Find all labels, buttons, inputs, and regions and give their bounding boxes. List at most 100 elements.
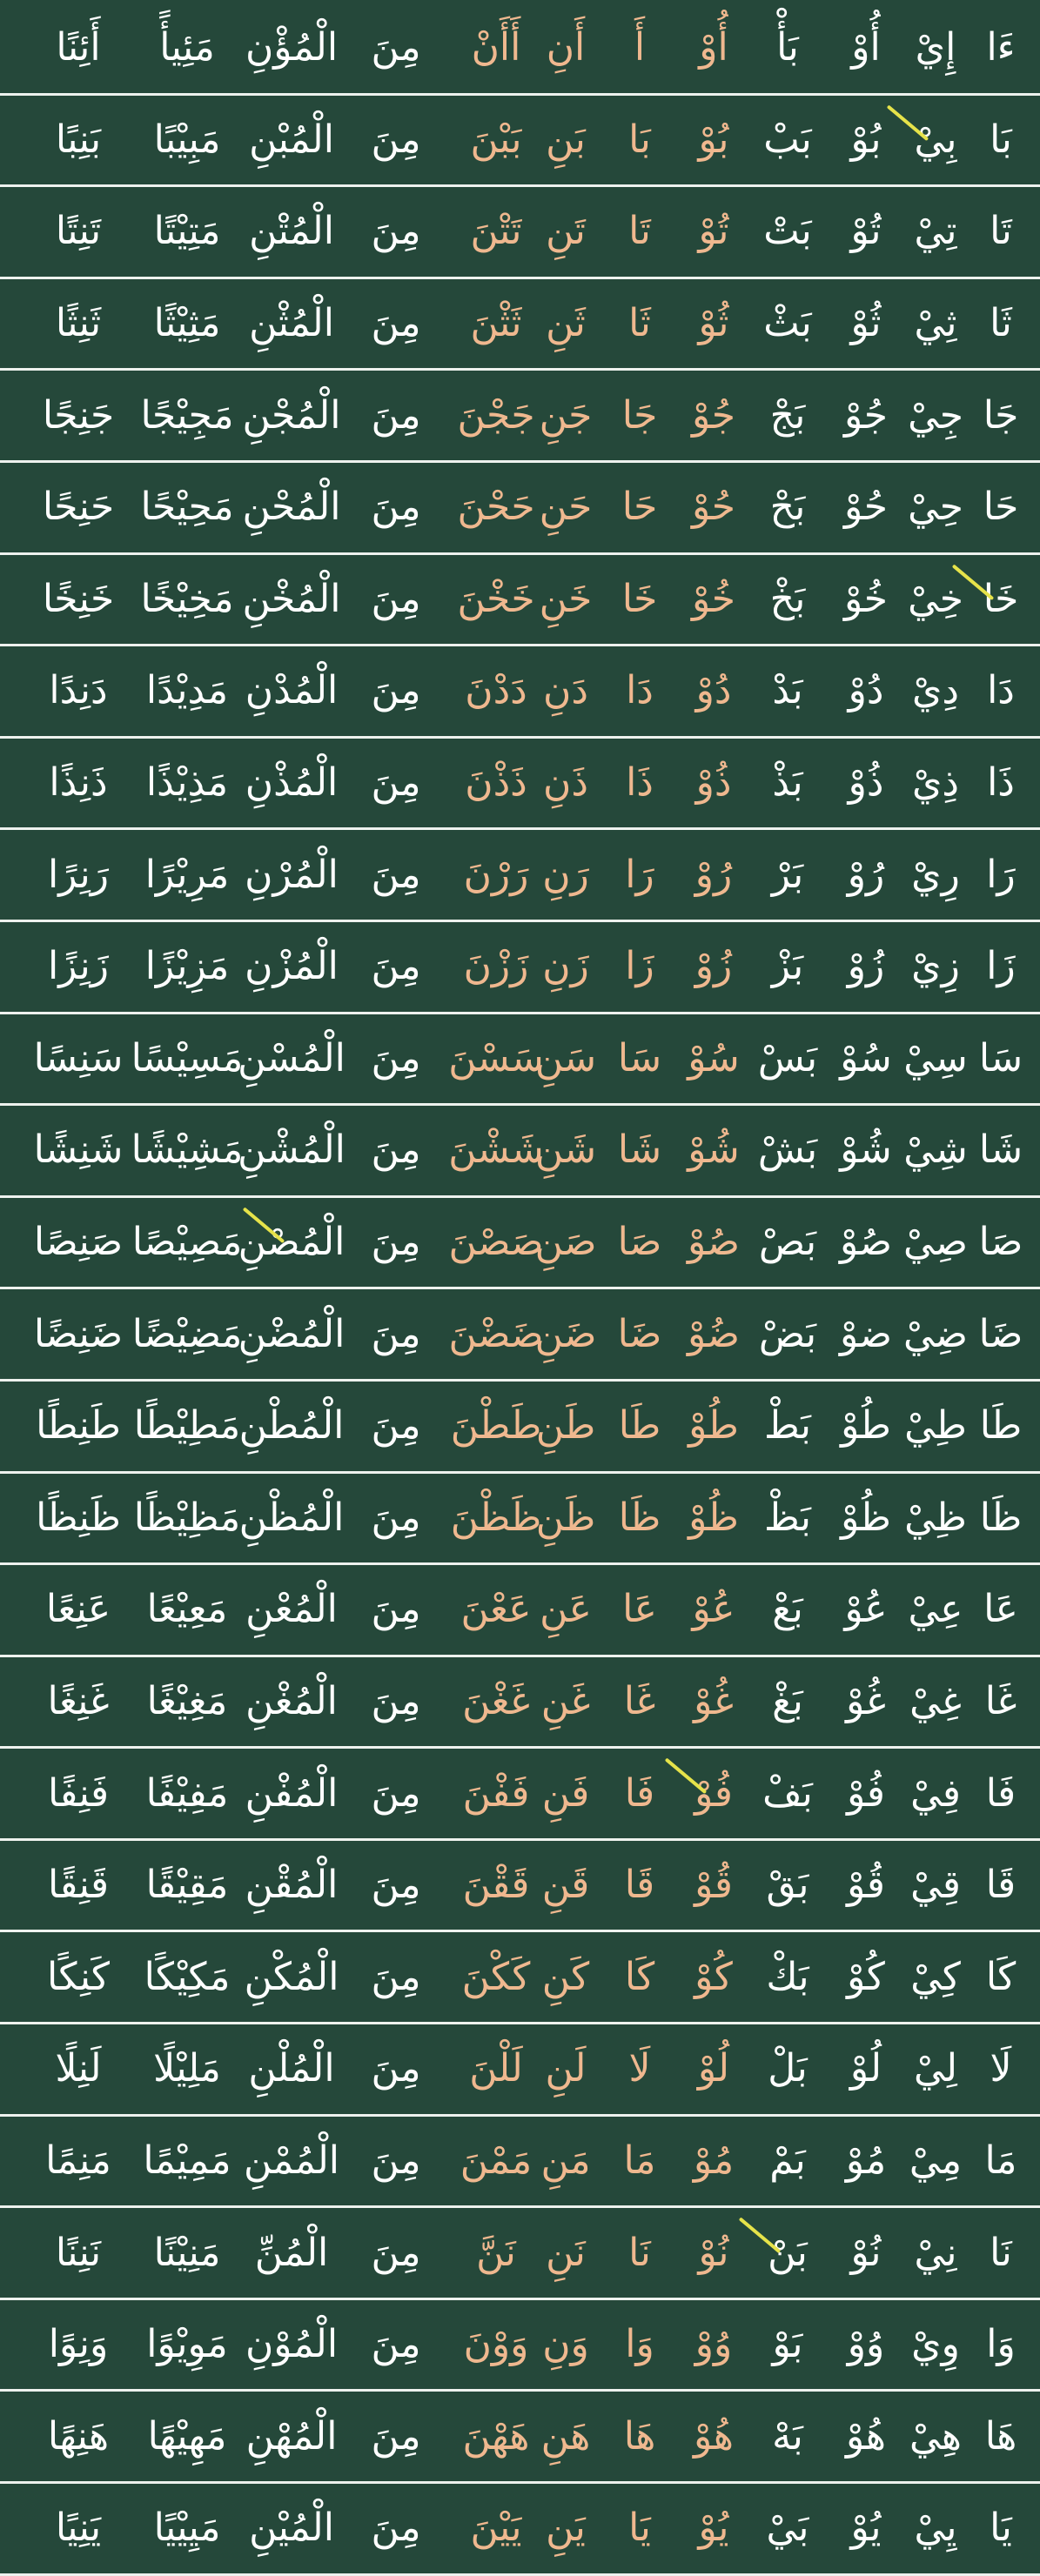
syllable-cell: الْمُذْنِ [245, 760, 339, 806]
syllable-cell: تَا [628, 209, 651, 254]
syllable-cell: مَثِيْثًا [153, 301, 221, 346]
syllable-cell: جَجْنَ [457, 392, 535, 438]
syllable-cell: ذُوْ [848, 760, 884, 806]
syllable-cell: كَا [985, 1954, 1017, 1999]
syllable-cell: خَنِخًا [42, 576, 115, 621]
syllable-cell: رَا [986, 852, 1016, 897]
syllable-cell: الْمُظْنِ [238, 1495, 345, 1540]
syllable-cell: رُوْ [847, 852, 885, 897]
syllable-cell: مِنَ [371, 852, 421, 897]
syllable-cell: كُوْ [847, 1954, 885, 1999]
syllable-cell: لِيْ [913, 2046, 958, 2091]
syllable-cell: قُوْ [847, 1863, 885, 1908]
syllable-cell: مَغِيْغًا [146, 1678, 228, 1723]
syllable-cell: فَا [624, 1770, 655, 1816]
syllable-cell: مَجِيْجًا [140, 392, 234, 438]
grid-row: ضَا ضِيْ ضوْ بَضْ ضُوْ ضَا ضَنِ ضَضْنَ مِنَ الْمُ… [0, 1289, 1040, 1382]
syllable-cell: زُوْ [694, 944, 733, 989]
syllable-cell: ضوْ [839, 1311, 893, 1356]
syllable-cell: بَلْ [768, 2046, 808, 2091]
syllable-cell: يُوْ [698, 2506, 729, 2551]
syllable-cell: الْمُكْنِ [244, 1954, 339, 1999]
syllable-cell: خَخْنَ [457, 576, 535, 621]
syllable-cell: هِيْ [909, 2413, 962, 2459]
syllable-cell: بَشْ [757, 1127, 818, 1173]
syllable-cell: زَا [625, 944, 654, 989]
syllable-cell: مِنَ [371, 1403, 421, 1449]
syllable-cell: مِنَ [371, 944, 421, 989]
syllable-cell: تُوْ [850, 209, 882, 254]
syllable-cell: الْمُؤْنِ [245, 25, 339, 70]
syllable-cell: تَا [990, 209, 1012, 254]
syllable-cell: ذَذْنَ [465, 760, 527, 806]
syllable-cell: شُوْ [688, 1127, 740, 1173]
syllable-cell: بَخْ [769, 576, 806, 621]
syllable-cell: هُوْ [694, 2413, 734, 2459]
syllable-cell: تِيْ [914, 209, 957, 254]
syllable-cell: مِيْ [909, 2138, 963, 2183]
syllable-cell: قَا [624, 1863, 655, 1908]
syllable-cell: غَنِ [540, 1678, 591, 1723]
syllable-cell: لَنِ [545, 2046, 587, 2091]
syllable-cell: مَا [984, 2138, 1017, 2183]
syllable-cell: حُوْ [692, 485, 735, 530]
syllable-cell: هَنِ [540, 2413, 591, 2459]
syllable-cell: بَا [990, 117, 1012, 162]
syllable-cell: مَا [623, 2138, 656, 2183]
grid-row: ظَا ظِيْ ظُوْ بَظْ ظُوْ ظَا ظَنِ ظَظْنَ مِنَ الْم… [0, 1474, 1040, 1566]
syllable-cell: سَسْنَ [448, 1035, 544, 1081]
syllable-cell: مُوْ [845, 2138, 887, 2183]
syllable-cell: عُوْ [844, 1587, 888, 1632]
syllable-cell: جَا [621, 392, 658, 438]
syllable-cell: حَا [983, 485, 1019, 530]
syllable-cell: الْمُهْنِ [245, 2413, 338, 2459]
syllable-cell: حِيْ [908, 485, 963, 530]
syllable-cell: بَبْنَ [470, 117, 522, 162]
syllable-cell: عِيْ [908, 1587, 963, 1632]
syllable-cell: مِنَ [371, 1678, 421, 1723]
syllable-cell: بَجْ [769, 392, 806, 438]
syllable-cell: الْمُغْنِ [245, 1678, 338, 1723]
syllable-cell: جُوْ [844, 392, 888, 438]
syllable-cell: بَذْ [772, 760, 803, 806]
syllable-cell: مَوِيْوًا [146, 2322, 228, 2367]
syllable-cell: عَا [983, 1587, 1018, 1632]
syllable-cell: الْمُحْنِ [242, 485, 341, 530]
syllable-cell: مِنَ [371, 1495, 421, 1540]
syllable-cell: عَعْنَ [460, 1587, 532, 1632]
syllable-cell: مَصِيْصًا [131, 1220, 243, 1265]
syllable-cell: أَ [634, 25, 646, 70]
syllable-cell: وُوْ [847, 2322, 885, 2367]
syllable-cell: كَا [624, 1954, 655, 1999]
syllable-cell: رَرْنَ [463, 852, 529, 897]
syllable-cell: غُوْ [694, 1678, 734, 1723]
syllable-cell: ضَنِضًا [33, 1311, 124, 1356]
grid-row: زَا زِيْ زُوْ بَزْ زُوْ زَا زَنِ زَزْنَ مِنَ الْم… [0, 922, 1040, 1014]
syllable-cell: شَا [978, 1127, 1023, 1173]
syllable-cell: عُوْ [692, 1587, 735, 1632]
syllable-cell: فَفْنَ [462, 1770, 530, 1816]
syllable-cell: بَطْ [763, 1403, 812, 1449]
syllable-cell: سَنِ [534, 1035, 597, 1081]
syllable-cell: يَنِ [546, 2506, 586, 2551]
syllable-cell: حَا [621, 485, 658, 530]
syllable-cell: الْمُمْنِ [244, 2138, 339, 2183]
syllable-cell: مَذِيْذًا [145, 760, 229, 806]
syllable-cell: لَنِلًا [55, 2046, 102, 2091]
syllable-cell: مِنَ [371, 301, 421, 346]
syllable-cell: الْمُطْنِ [238, 1403, 345, 1449]
syllable-cell: رَا [625, 852, 654, 897]
syllable-cell: مِنَ [371, 668, 421, 713]
syllable-cell: سُوْ [688, 1035, 740, 1081]
syllable-cell: دَا [626, 668, 654, 713]
syllable-cell: بَنِ [546, 117, 586, 162]
syllable-cell: خِيْ [908, 576, 963, 621]
syllable-cell: غُوْ [846, 1678, 886, 1723]
syllable-cell: رِيْ [911, 852, 960, 897]
syllable-cell: ثَا [990, 301, 1012, 346]
syllable-cell: حَحْنَ [457, 485, 535, 530]
syllable-cell: هُوْ [846, 2413, 886, 2459]
syllable-cell: ظَظْنَ [450, 1495, 542, 1540]
syllable-cell: طَطْنَ [450, 1403, 542, 1449]
syllable-cell: ثِيْ [914, 301, 957, 346]
